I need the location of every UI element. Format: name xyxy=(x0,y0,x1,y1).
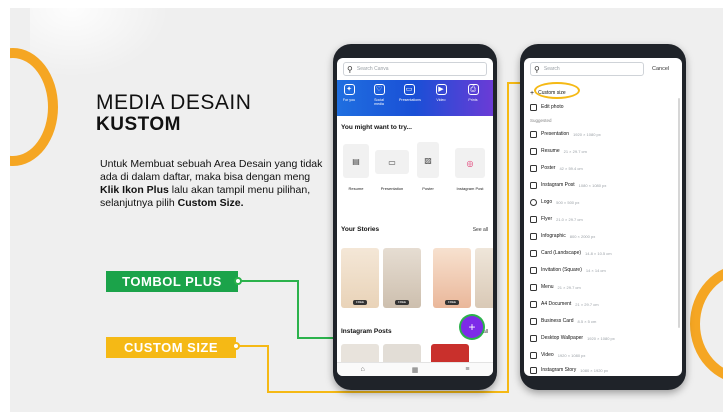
menu-item-presentation[interactable]: Presentation 1920 × 1080 px xyxy=(530,127,601,141)
menu-item-poster[interactable]: Poster 42 × 59.4 cm xyxy=(530,161,583,175)
menu-item-instagram-story[interactable]: Instagram Story 1080 × 1920 px xyxy=(530,363,608,376)
instagram-icon xyxy=(530,181,537,189)
connector-dot-green xyxy=(234,277,242,285)
sparkle-icon: ✦ xyxy=(343,84,355,95)
story-thumbnail[interactable]: FREE xyxy=(341,248,379,308)
tile-label: Poster xyxy=(422,186,434,191)
slide-title-line1: MEDIA DESAIN xyxy=(96,91,252,114)
menu-item-card-landscape[interactable]: Card (Landscape) 14.8 × 10.5 cm xyxy=(530,246,612,260)
category-for-you[interactable]: ✦ For you xyxy=(339,84,359,102)
template-tile-resume[interactable]: ▤ xyxy=(343,144,369,178)
connector-yellow-h1 xyxy=(236,345,268,347)
search-input[interactable]: ⚲ Search Canva xyxy=(343,62,487,76)
phone-home-screen: ⚲ Search Canva ✦ For you ♡ Social media ▭ P… xyxy=(333,44,497,390)
photo-icon xyxy=(530,103,537,111)
document-icon xyxy=(530,300,537,308)
slide-description: Untuk Membuat sebuah Area Desain yang ti… xyxy=(100,158,323,209)
menu-item-business-card[interactable]: Business Card 8.5 × 5 cm xyxy=(530,314,596,328)
decorative-glow xyxy=(30,8,170,78)
menu-item-a4-document[interactable]: A4 Document 21 × 29.7 cm xyxy=(530,297,599,311)
create-plus-button[interactable]: + xyxy=(461,316,483,338)
category-social-media[interactable]: ♡ Social media xyxy=(369,84,389,106)
search-input[interactable]: ⚲ Search xyxy=(530,62,644,76)
menu-item-invitation-square[interactable]: Invitation (Square) 14 × 14 cm xyxy=(530,263,606,277)
instagram-icon xyxy=(530,366,537,374)
phone-create-menu: ⚲ Search Cancel + Custom size Edit photo … xyxy=(520,44,686,390)
connector-yellow-v2 xyxy=(507,82,509,393)
bottom-navigation: ⌂ ▦ ≡ xyxy=(337,362,493,376)
template-tile-poster[interactable]: ▨ xyxy=(417,142,439,178)
monitor-icon xyxy=(530,334,537,342)
menu-item-infographic[interactable]: Infographic 800 × 2000 px xyxy=(530,229,595,243)
callout-tombol-plus: TOMBOL PLUS xyxy=(106,271,238,292)
menu-item-edit-photo[interactable]: Edit photo xyxy=(530,100,564,114)
search-icon: ⚲ xyxy=(534,64,540,74)
connector-green-h1 xyxy=(238,280,298,282)
logo-icon xyxy=(530,198,537,206)
instagram-icon: ◎ xyxy=(466,158,474,168)
search-icon: ⚲ xyxy=(347,64,353,74)
menu-item-desktop-wallpaper[interactable]: Desktop Wallpaper 1920 × 1080 px xyxy=(530,331,615,345)
connector-dot-yellow xyxy=(232,342,240,350)
category-presentations[interactable]: ▭ Presentations xyxy=(399,84,421,102)
presentation-icon xyxy=(530,130,537,138)
callout-custom-size: CUSTOM SIZE xyxy=(106,337,236,358)
envelope-icon xyxy=(530,249,537,257)
suggested-label: Suggested xyxy=(530,118,552,123)
bar-chart-icon xyxy=(530,232,537,240)
menu-icon[interactable]: ≡ xyxy=(465,366,469,373)
story-thumbnail[interactable]: FREE xyxy=(433,248,471,308)
poster-icon xyxy=(530,164,537,172)
section-title-stories: Your Stories xyxy=(341,226,380,233)
menu-item-flyer[interactable]: Flyer 21.0 × 29.7 cm xyxy=(530,212,583,226)
story-thumbnail[interactable]: FREE xyxy=(383,248,421,308)
heart-icon: ♡ xyxy=(373,84,385,95)
print-icon: ⎙ xyxy=(467,84,479,95)
connector-yellow-h2 xyxy=(267,391,509,393)
section-title-instagram-posts: Instagram Posts xyxy=(341,328,392,335)
category-prints[interactable]: ⎙ Prints xyxy=(463,84,483,102)
flyer-icon xyxy=(530,215,537,223)
see-all-link[interactable]: See all xyxy=(473,227,488,233)
decorative-ring-right xyxy=(690,264,723,384)
video-icon xyxy=(530,351,537,359)
home-icon[interactable]: ⌂ xyxy=(361,366,365,373)
tile-label: Instagram Post xyxy=(456,186,484,191)
menu-item-video[interactable]: Video 1920 × 1080 px xyxy=(530,348,585,362)
tile-label: Presentation xyxy=(380,186,404,191)
menu-item-logo[interactable]: Logo 500 × 500 px xyxy=(530,195,579,209)
image-icon: ▨ xyxy=(424,155,432,165)
scrollbar[interactable] xyxy=(678,98,680,328)
menu-item-instagram-post[interactable]: Instagram Post 1080 × 1080 px xyxy=(530,178,606,192)
templates-icon[interactable]: ▦ xyxy=(412,366,419,374)
document-icon xyxy=(530,147,537,155)
connector-green-v xyxy=(297,280,299,338)
cancel-button[interactable]: Cancel xyxy=(652,66,669,72)
presentation-icon: ▭ xyxy=(388,157,396,167)
tile-label: Resume xyxy=(348,186,364,191)
highlight-ring xyxy=(534,82,580,99)
menu-item-resume[interactable]: Resume 21 × 29.7 cm xyxy=(530,144,587,158)
document-icon: ▤ xyxy=(352,156,360,166)
card-icon xyxy=(530,317,537,325)
presentation-icon: ▭ xyxy=(403,84,415,95)
utensils-icon xyxy=(530,283,537,291)
category-banner: ✦ For you ♡ Social media ▭ Presentations ▶ V… xyxy=(337,80,493,116)
video-icon: ▶ xyxy=(435,84,447,95)
section-title-try: You might want to try... xyxy=(341,124,412,131)
template-tile-presentation[interactable]: ▭ xyxy=(375,150,409,174)
create-menu-screen: ⚲ Search Cancel + Custom size Edit photo … xyxy=(524,58,682,376)
story-thumbnail[interactable] xyxy=(475,248,493,308)
menu-item-menu[interactable]: Menu 21 × 29.7 cm xyxy=(530,280,581,294)
category-video[interactable]: ▶ Video xyxy=(431,84,451,102)
template-tile-instagram-post[interactable]: ◎ xyxy=(455,148,485,178)
connector-yellow-v1 xyxy=(267,345,269,393)
envelope-icon xyxy=(530,266,537,274)
slide-title-line2: KUSTOM xyxy=(96,114,181,135)
slide: MEDIA DESAIN KUSTOM Untuk Membuat sebuah… xyxy=(10,8,723,412)
